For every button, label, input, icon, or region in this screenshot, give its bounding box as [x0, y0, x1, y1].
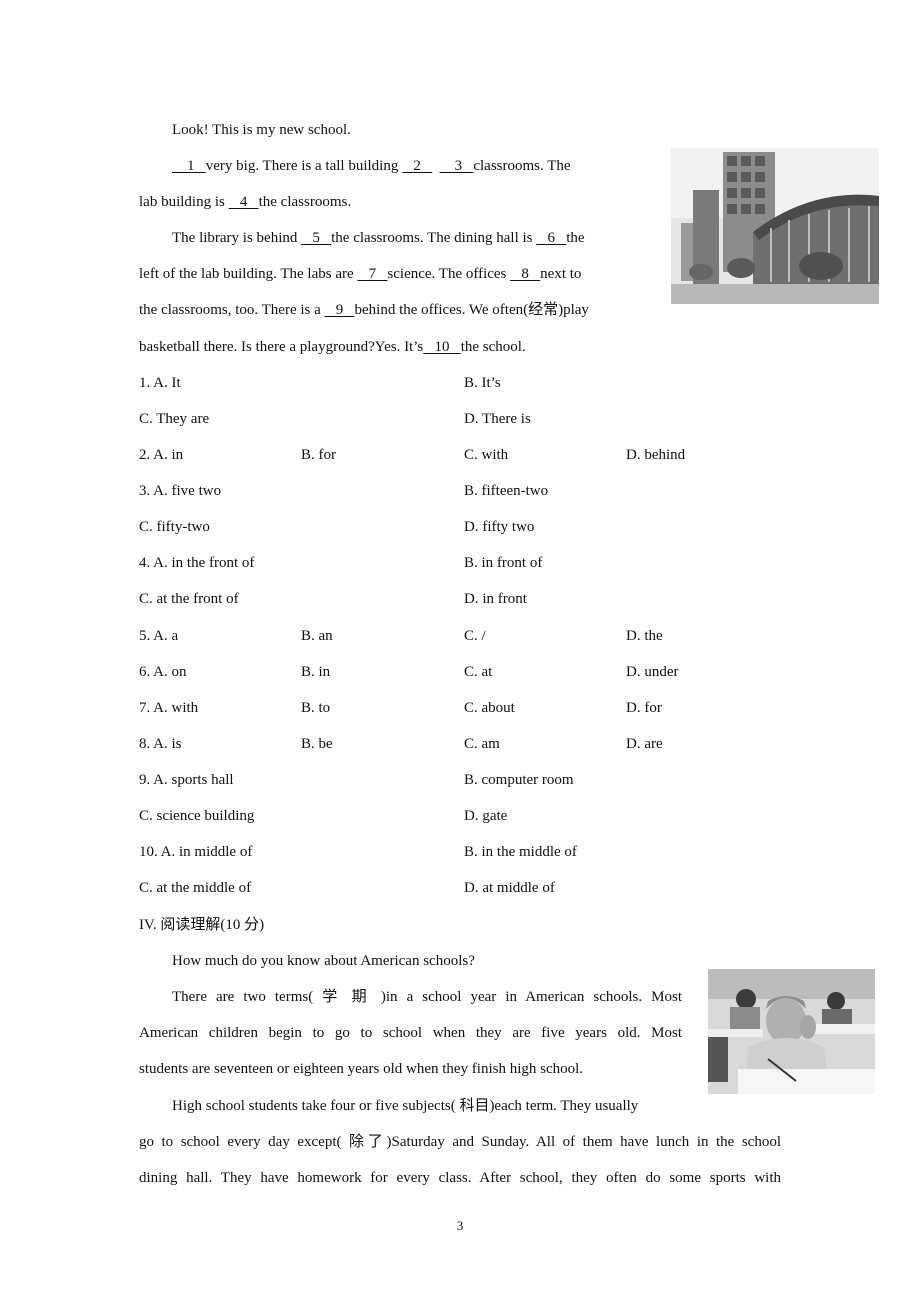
q10-option-d: D. at middle of	[464, 880, 555, 896]
reading-p2-line-1: High school students take four or five s…	[172, 1098, 639, 1114]
q9-option-d: D. gate	[464, 808, 508, 824]
q7-option-b: B. to	[301, 700, 331, 716]
q9-option-a: 9. A. sports hall	[139, 772, 234, 788]
q9-option-b: B. computer room	[464, 772, 574, 788]
q7-option-c: C. about	[464, 700, 515, 716]
classroom-image	[708, 969, 875, 1094]
q1-option-c: C. They are	[139, 411, 210, 427]
q2-option-b: B. for	[301, 447, 336, 463]
passage-line-1: 1 very big. There is a tall building 2 3…	[172, 156, 571, 176]
q4-option-a: 4. A. in the front of	[139, 555, 255, 571]
blank-8: 8	[521, 266, 529, 282]
q6-option-d: D. under	[626, 664, 679, 680]
q6-option-b: B. in	[301, 664, 331, 680]
blank-6: 6	[547, 230, 556, 246]
q8-option-a: 8. A. is	[139, 736, 182, 752]
section-heading: IV. 阅读理解(10 分)	[139, 917, 265, 933]
q4-option-b: B. in front of	[464, 555, 543, 571]
reading-p2-line-2: go to school every day except( 除了)Saturd…	[139, 1134, 781, 1150]
q8-option-c: C. am	[464, 736, 500, 752]
blank-2: 2	[413, 158, 421, 174]
q5-option-a: 5. A. a	[139, 628, 179, 644]
q4-option-d: D. in front	[464, 591, 527, 607]
page-number: 3	[456, 1218, 464, 1233]
reading-p1-line-2: American children begin to go to school …	[139, 1025, 682, 1041]
q4-option-c: C. at the front of	[139, 591, 239, 607]
passage-line-5: the classrooms, too. There is a 9 behind…	[139, 302, 589, 318]
passage-intro: Look! This is my new school.	[172, 122, 351, 138]
q5-option-b: B. an	[301, 628, 333, 644]
reading-p1-line-3: students are seventeen or eighteen years…	[139, 1061, 584, 1077]
passage-line-6: basketball there. Is there a playground?…	[139, 339, 526, 355]
reading-question: How much do you know about American scho…	[172, 953, 475, 969]
q3-option-a: 3. A. five two	[139, 483, 222, 499]
q3-option-c: C. fifty-two	[139, 519, 210, 535]
school-building-image	[671, 148, 879, 304]
q10-option-a: 10. A. in middle of	[139, 844, 253, 860]
q1-option-b: B. It’s	[464, 375, 501, 391]
q8-option-d: D. are	[626, 736, 663, 752]
classroom-children-photo	[708, 969, 875, 1094]
q3-option-d: D. fifty two	[464, 519, 535, 535]
q6-option-a: 6. A. on	[139, 664, 187, 680]
blank-7: 7	[368, 266, 377, 282]
reading-p2-line-3: dining hall. They have homework for ever…	[139, 1170, 781, 1186]
passage-line-3: The library is behind 5 the classrooms. …	[172, 230, 585, 246]
q10-option-c: C. at the middle of	[139, 880, 252, 896]
school-building-photo	[671, 148, 879, 304]
q5-option-d: D. the	[626, 628, 663, 644]
q2-option-c: C. with	[464, 447, 509, 463]
q9-option-c: C. science building	[139, 808, 255, 824]
blank-3: 3	[454, 158, 463, 174]
q3-option-b: B. fifteen-two	[464, 483, 549, 499]
q6-option-c: C. at	[464, 664, 493, 680]
reading-p1-line-1: There are two terms( 学 期 )in a school ye…	[172, 989, 682, 1005]
passage-line-2: lab building is 4 the classrooms.	[139, 194, 352, 210]
blank-4: 4	[239, 194, 248, 210]
q8-option-b: B. be	[301, 736, 333, 752]
q1-option-a: 1. A. It	[139, 375, 181, 391]
q7-option-d: D. for	[626, 700, 662, 716]
q5-option-c: C. /	[464, 628, 486, 644]
q10-option-b: B. in the middle of	[464, 844, 577, 860]
blank-1: 1	[187, 158, 195, 174]
q2-option-a: 2. A. in	[139, 447, 184, 463]
blank-9: 9	[335, 302, 344, 318]
passage-line-4: left of the lab building. The labs are 7…	[139, 266, 582, 282]
blank-10: 10	[434, 339, 450, 355]
q1-option-d: D. There is	[464, 411, 531, 427]
q7-option-a: 7. A. with	[139, 700, 199, 716]
blank-5: 5	[312, 230, 320, 246]
q2-option-d: D. behind	[626, 447, 686, 463]
